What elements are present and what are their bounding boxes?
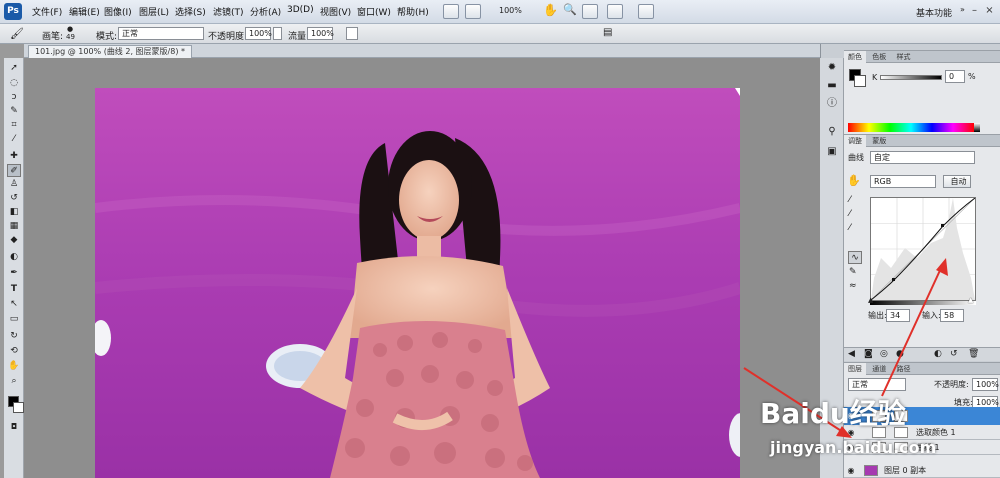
watermark-brand: Baidu经验: [760, 397, 906, 430]
annotation-arrow-curve: [881, 265, 943, 397]
watermark-url: jingyan.baidu.com: [770, 438, 937, 457]
